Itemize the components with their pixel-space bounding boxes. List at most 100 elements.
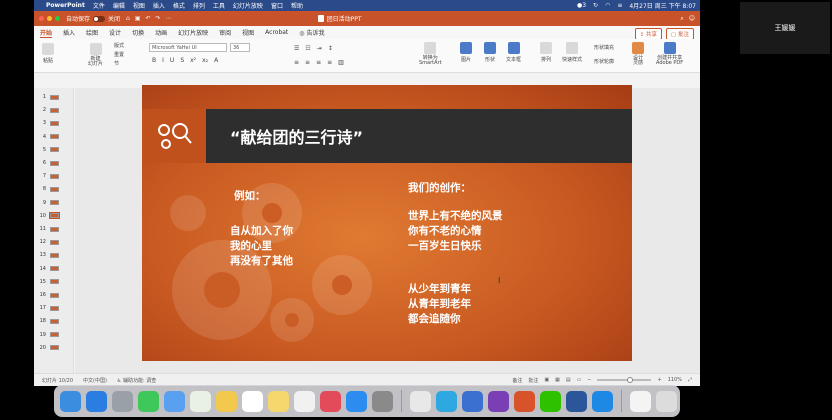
create-share-pdf-button[interactable]: 创建并共享 Adobe PDF [656, 42, 683, 66]
new-slide-button[interactable]: 新建 幻灯片 [88, 43, 103, 67]
align-left-button[interactable]: ≡ [294, 59, 299, 66]
slide-title[interactable]: “献给团的三行诗” [230, 124, 363, 148]
slide-thumbnail[interactable]: 17 [37, 305, 59, 311]
convert-smartart-button[interactable]: 转换为 SmartArt [419, 42, 442, 66]
slide-thumbnails-panel[interactable]: 1 2 3 4 5 6 7 8 9 10 11 12 13 14 15 16 17 18 19 20 [34, 88, 74, 373]
menu-item-edit[interactable]: 编辑 [113, 1, 125, 10]
fit-to-window-icon[interactable]: ⤢ [688, 377, 692, 383]
calendar-icon[interactable] [242, 390, 263, 412]
numbering-button[interactable]: ☷ [305, 45, 310, 52]
menu-item-file[interactable]: 文件 [93, 1, 105, 10]
slide-thumbnail[interactable]: 3 [37, 120, 59, 126]
tab-transitions[interactable]: 切换 [132, 28, 144, 37]
language-indicator[interactable]: 中文(中国) [83, 377, 107, 384]
shape-fill-button[interactable]: 形状填充 [594, 44, 614, 51]
slide-thumbnail[interactable]: 4 [37, 134, 59, 140]
quick-styles-button[interactable]: 快速样式 [562, 42, 582, 63]
menu-item-view[interactable]: 视图 [133, 1, 145, 10]
search-icon[interactable]: ⌕ [680, 15, 683, 23]
accessibility-status[interactable]: ♿ 辅助功能: 调查 [117, 377, 156, 384]
slide-thumbnail[interactable]: 16 [37, 292, 59, 298]
autosave-toggle[interactable] [93, 15, 106, 22]
slide-thumbnail[interactable]: 19 [37, 332, 59, 338]
creation-poem-2[interactable]: 从少年到青年 从青年到老年 都会追随你 [408, 282, 471, 327]
tab-slideshow[interactable]: 幻灯片放映 [178, 28, 208, 37]
example-poem[interactable]: 自从加入了你 我的心里 再没有了其他 [230, 224, 293, 269]
menu-item-slideshow[interactable]: 幻灯片放映 [233, 1, 263, 10]
menu-item-help[interactable]: 帮助 [291, 1, 303, 10]
wifi-icon[interactable]: ◠ [605, 2, 610, 9]
indent-button[interactable]: ⇥ [317, 45, 322, 52]
arrange-button[interactable]: 排列 [540, 42, 552, 63]
slide-thumbnail[interactable]: 15 [37, 279, 59, 285]
tell-me-search[interactable]: ◎ 告诉我 [299, 28, 324, 37]
tab-design[interactable]: 设计 [109, 28, 121, 37]
notes-button[interactable]: 备注 [512, 377, 522, 384]
slide[interactable]: “献给团的三行诗” 例如： 自从加入了你 我的心里 再没有了其他 我们的创作： … [142, 85, 632, 361]
autosave-control[interactable]: 自动保存 关闭 [66, 14, 120, 23]
slide-thumbnail[interactable]: 13 [37, 252, 59, 258]
creation-poem-1[interactable]: 世界上有不绝的风景 你有不老的心情 一百岁生日快乐 [408, 209, 503, 254]
slide-thumbnail[interactable]: 9 [37, 200, 59, 206]
zoom-in-button[interactable]: + [657, 377, 661, 383]
reminders-icon[interactable] [294, 390, 315, 412]
bold-button[interactable]: B [152, 57, 156, 64]
slide-thumbnail[interactable]: 14 [37, 266, 59, 272]
app-store-icon[interactable] [346, 390, 367, 412]
slide-thumbnail[interactable]: 5 [37, 147, 59, 153]
slide-thumbnail[interactable]: 20 [37, 345, 59, 351]
tab-animations[interactable]: 动画 [155, 28, 167, 37]
notes-icon[interactable] [268, 390, 289, 412]
subscript-button[interactable]: x₂ [202, 57, 208, 64]
downloads-stack-icon[interactable] [630, 390, 651, 412]
word-icon[interactable] [566, 390, 587, 412]
tab-home[interactable]: 开始 [40, 28, 53, 38]
lark-icon[interactable] [436, 390, 457, 412]
save-icon[interactable]: ▣ [135, 15, 141, 22]
menu-item-arrange[interactable]: 排列 [193, 1, 205, 10]
account-icon[interactable]: ☺ [689, 15, 695, 23]
trash-icon[interactable] [656, 390, 677, 412]
redo-icon[interactable]: ↷ [156, 15, 161, 22]
slide-thumbnail[interactable]: 8 [37, 186, 59, 192]
line-spacing-button[interactable]: ↕ [328, 45, 333, 52]
maps-icon[interactable] [190, 390, 211, 412]
tab-acrobat[interactable]: Acrobat [265, 29, 288, 36]
news-icon[interactable] [320, 390, 341, 412]
slide-thumbnail[interactable]: 18 [37, 318, 59, 324]
close-window-button[interactable] [39, 16, 44, 21]
example-label[interactable]: 例如： [234, 189, 266, 204]
zoom-out-button[interactable]: − [587, 377, 591, 383]
slide-thumbnail[interactable]: 2 [37, 107, 59, 113]
reset-button[interactable]: 重置 [114, 51, 124, 58]
slide-thumbnail[interactable]: 1 [37, 94, 59, 100]
shape-button[interactable]: 形状 [484, 42, 496, 63]
align-center-button[interactable]: ≡ [305, 59, 310, 66]
undo-icon[interactable]: ↶ [146, 15, 151, 22]
slide-thumbnail[interactable]: 6 [37, 160, 59, 166]
font-color-button[interactable]: A [214, 57, 218, 64]
paste-button[interactable]: 粘贴 [42, 43, 54, 64]
slide-thumbnail[interactable]: 10 [37, 212, 60, 220]
wechat-icon[interactable] [540, 390, 561, 412]
safari-icon[interactable] [86, 390, 107, 412]
participant-tile[interactable]: 王媛媛 [740, 2, 830, 54]
section-button[interactable]: 节 [114, 60, 124, 67]
slide-thumbnail[interactable]: 7 [37, 173, 59, 179]
photos-icon[interactable] [216, 390, 237, 412]
design-ideas-button[interactable]: 设计 灵感 [632, 42, 644, 66]
tab-review[interactable]: 审阅 [219, 28, 231, 37]
italic-button[interactable]: I [162, 57, 164, 64]
messages-icon[interactable] [138, 390, 159, 412]
shape-outline-button[interactable]: 形状轮廓 [594, 58, 614, 65]
status-comments-button[interactable]: 批注 [528, 377, 538, 384]
layout-button[interactable]: 版式 [114, 42, 124, 49]
menu-item-tools[interactable]: 工具 [213, 1, 225, 10]
slide-sorter-icon[interactable]: ▦ [555, 377, 560, 383]
sync-icon[interactable]: ↻ [593, 2, 598, 9]
slide-thumbnail[interactable]: 12 [37, 239, 59, 245]
tab-draw[interactable]: 绘图 [86, 28, 98, 37]
justify-button[interactable]: ≡ [327, 59, 332, 66]
powerpoint-icon[interactable] [514, 390, 535, 412]
zoom-slider-knob[interactable] [626, 377, 633, 383]
